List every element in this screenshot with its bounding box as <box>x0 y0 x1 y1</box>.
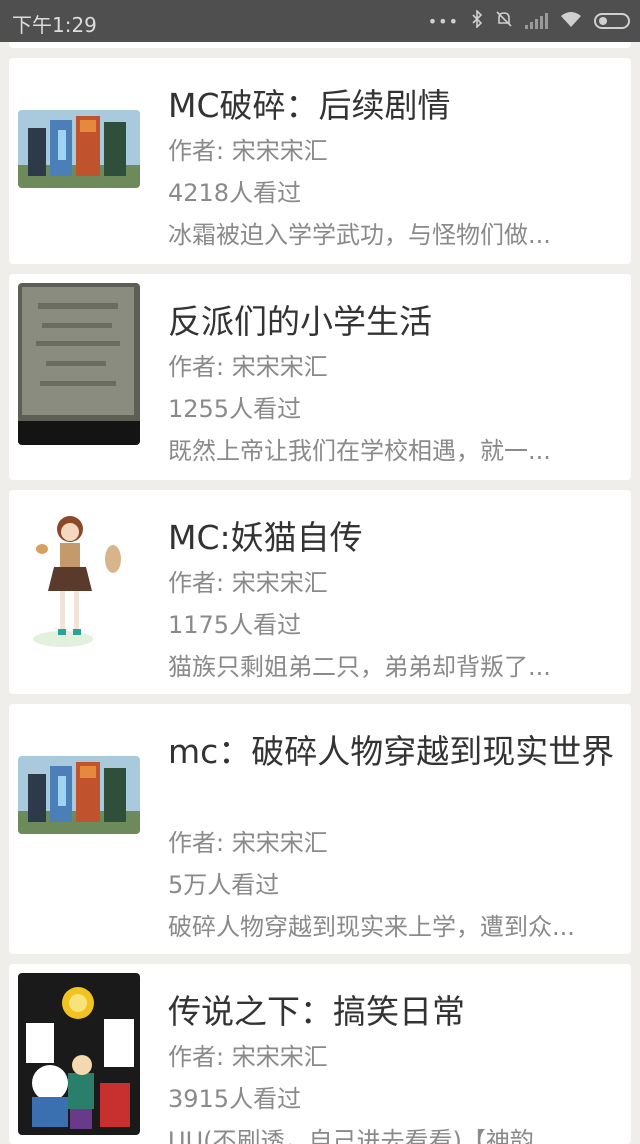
dots-icon: ••• <box>427 11 459 31</box>
story-author: 作者: 宋宋宋汇 <box>168 829 328 857</box>
story-views: 5万人看过 <box>168 871 280 899</box>
story-views: 1255人看过 <box>168 395 302 423</box>
mute-icon <box>495 10 513 33</box>
story-card[interactable]: MC破碎：后续剧情 作者: 宋宋宋汇 4218人看过 冰霜被迫入学学武功，与怪物… <box>9 58 631 264</box>
story-summary: 破碎人物穿越到现实来上学，遭到众... <box>168 913 575 941</box>
status-bar: 下午1:29 ••• <box>0 0 640 42</box>
story-cover-image <box>18 283 140 445</box>
wifi-icon <box>560 11 582 32</box>
story-title[interactable]: 传说之下：搞笑日常 <box>168 992 631 1032</box>
previous-card-edge <box>9 42 631 48</box>
story-cover-image <box>18 110 140 188</box>
story-summary: UU(不刷透，自己进去看看)【神韵 <box>168 1127 534 1144</box>
story-title[interactable]: mc：破碎人物穿越到现实世界 <box>168 732 631 772</box>
status-time: 下午1:29 <box>12 13 97 37</box>
battery-icon <box>594 13 630 29</box>
story-author: 作者: 宋宋宋汇 <box>168 569 328 597</box>
story-summary: 猫族只剩姐弟二只，弟弟却背叛了... <box>168 653 551 681</box>
story-summary: 冰霜被迫入学学武功，与怪物们做... <box>168 221 551 249</box>
story-cover-image <box>18 499 140 661</box>
story-author: 作者: 宋宋宋汇 <box>168 1043 328 1071</box>
story-card[interactable]: 反派们的小学生活 作者: 宋宋宋汇 1255人看过 既然上帝让我们在学校相遇，就… <box>9 274 631 480</box>
story-author: 作者: 宋宋宋汇 <box>168 137 328 165</box>
story-card[interactable]: MC:妖猫自传 作者: 宋宋宋汇 1175人看过 猫族只剩姐弟二只，弟弟却背叛了… <box>9 490 631 694</box>
bluetooth-icon <box>471 8 483 33</box>
signal-icon <box>525 13 548 29</box>
story-cover-image <box>18 973 140 1135</box>
story-views: 3915人看过 <box>168 1085 302 1113</box>
story-title[interactable]: MC破碎：后续剧情 <box>168 86 631 126</box>
story-views: 4218人看过 <box>168 179 302 207</box>
story-cover-image <box>18 756 140 834</box>
status-icons: ••• <box>427 8 630 33</box>
story-summary: 既然上帝让我们在学校相遇，就一... <box>168 437 551 465</box>
story-title[interactable]: 反派们的小学生活 <box>168 302 631 342</box>
story-author: 作者: 宋宋宋汇 <box>168 353 328 381</box>
story-card[interactable]: mc：破碎人物穿越到现实世界 作者: 宋宋宋汇 5万人看过 破碎人物穿越到现实来… <box>9 704 631 954</box>
story-views: 1175人看过 <box>168 611 302 639</box>
story-card[interactable]: 传说之下：搞笑日常 作者: 宋宋宋汇 3915人看过 UU(不刷透，自己进去看看… <box>9 964 631 1144</box>
story-title[interactable]: MC:妖猫自传 <box>168 518 631 558</box>
